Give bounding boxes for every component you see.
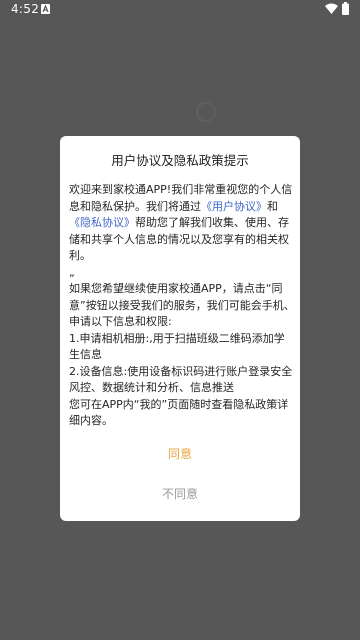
wifi-icon bbox=[325, 3, 338, 14]
status-bar: 4:52 bbox=[0, 0, 360, 18]
battery-icon bbox=[342, 2, 349, 15]
dialog-title: 用户协议及隐私政策提示 bbox=[111, 153, 249, 168]
disagree-button[interactable]: 不同意 bbox=[120, 482, 240, 506]
privacy-dialog: 用户协议及隐私政策提示 欢迎来到家校通APP!我们非常重视您的个人信息和隐私保护… bbox=[60, 136, 300, 521]
dialog-body: 欢迎来到家校通APP!我们非常重视您的个人信息和隐私保护。我们将通过《用户协议》… bbox=[69, 182, 295, 430]
stray-mark: „ bbox=[69, 265, 75, 279]
user-agreement-link[interactable]: 《用户协议》 bbox=[201, 200, 267, 213]
closing-text: 您可在APP内“我的”页面随时查看隐私政策详细内容。 bbox=[69, 397, 289, 428]
privacy-agreement-link[interactable]: 《隐私协议》 bbox=[69, 216, 135, 229]
intro-text-2: 和 bbox=[267, 199, 278, 213]
permission-request-paragraph: 如果您希望继续使用家校通APP，请点击“同意”按钮以接受我们的服务，我们可能会手… bbox=[69, 282, 295, 328]
status-time: 4:52 bbox=[11, 2, 40, 16]
background-loading-indicator bbox=[196, 102, 216, 122]
permission-item-device: 2.设备信息:使用设备标识码进行账户登录安全风控、数据统计和分析、信息推送 bbox=[69, 364, 293, 395]
agree-button[interactable]: 同意 bbox=[120, 442, 240, 466]
notification-a-icon bbox=[41, 4, 50, 14]
permission-item-camera: 1.申请相机相册:,用于扫描班级二维码添加学生信息 bbox=[69, 331, 285, 362]
